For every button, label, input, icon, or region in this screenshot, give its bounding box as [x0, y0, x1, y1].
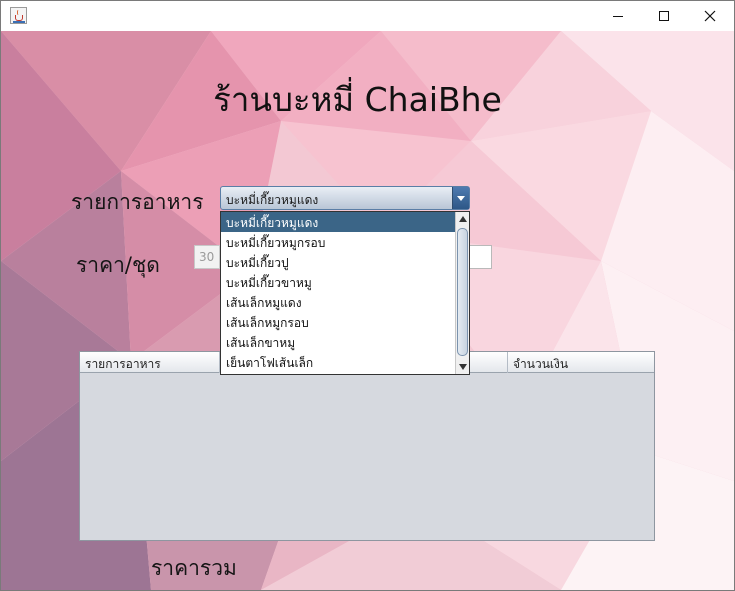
close-button[interactable]	[687, 1, 733, 31]
combobox-arrow-button[interactable]	[452, 187, 469, 209]
close-icon	[704, 10, 716, 22]
arrow-down-icon	[458, 364, 467, 370]
scroll-thumb[interactable]	[457, 228, 468, 356]
combobox-value: บะหมี่เกี๊ยวหมูแดง	[226, 193, 319, 207]
app-window: ร้านบะหมี่ ChaiBhe รายการอาหาร ราคา/ชุด …	[0, 0, 735, 591]
dropdown-option[interactable]: บะหมี่เกี๊ยวหมูแดง	[221, 212, 455, 232]
dropdown-option[interactable]: เย็นตาโฟเส้นเล็ก	[221, 352, 455, 372]
minimize-button[interactable]	[595, 1, 641, 31]
java-cup-icon	[10, 7, 27, 24]
food-dropdown-list[interactable]: บะหมี่เกี๊ยวหมูแดง บะหมี่เกี๊ยวหมูกรอบ บ…	[220, 211, 470, 375]
maximize-button[interactable]	[641, 1, 687, 31]
food-label: รายการอาหาร	[71, 190, 204, 214]
food-combobox[interactable]: บะหมี่เกี๊ยวหมูแดง	[220, 186, 470, 210]
dropdown-scrollbar[interactable]	[455, 212, 469, 374]
order-table[interactable]: รายการอาหาร จำนวนเงิน	[79, 351, 655, 541]
scroll-down-button[interactable]	[456, 360, 469, 374]
scroll-up-button[interactable]	[456, 212, 469, 226]
dropdown-option[interactable]: บะหมี่เกี๊ยวหมูกรอบ	[221, 232, 455, 252]
page-title: ร้านบะหมี่ ChaiBhe	[213, 80, 502, 119]
price-field[interactable]	[468, 245, 492, 269]
dropdown-option[interactable]: เส้นเล็กหมูกรอบ	[221, 312, 455, 332]
column-header[interactable]: รายการอาหาร	[80, 352, 220, 373]
column-header[interactable]: จำนวนเงิน	[508, 352, 654, 373]
quantity-field[interactable]: 30	[194, 245, 220, 269]
price-label: ราคา/ชุด	[76, 253, 160, 277]
title-bar[interactable]	[1, 1, 734, 31]
total-label: ราคารวม	[151, 556, 237, 580]
minimize-icon	[613, 15, 623, 17]
dropdown-option[interactable]: บะหมี่เกี๊ยวปู	[221, 252, 455, 272]
arrow-up-icon	[458, 216, 467, 222]
chevron-down-icon	[457, 195, 465, 201]
dropdown-option[interactable]: เส้นเล็กหมูแดง	[221, 292, 455, 312]
content-panel: ร้านบะหมี่ ChaiBhe รายการอาหาร ราคา/ชุด …	[1, 31, 734, 590]
dropdown-option[interactable]: เส้นเล็กขาหมู	[221, 332, 455, 352]
dropdown-option[interactable]: บะหมี่เกี๊ยวขาหมู	[221, 272, 455, 292]
maximize-icon	[659, 11, 669, 21]
